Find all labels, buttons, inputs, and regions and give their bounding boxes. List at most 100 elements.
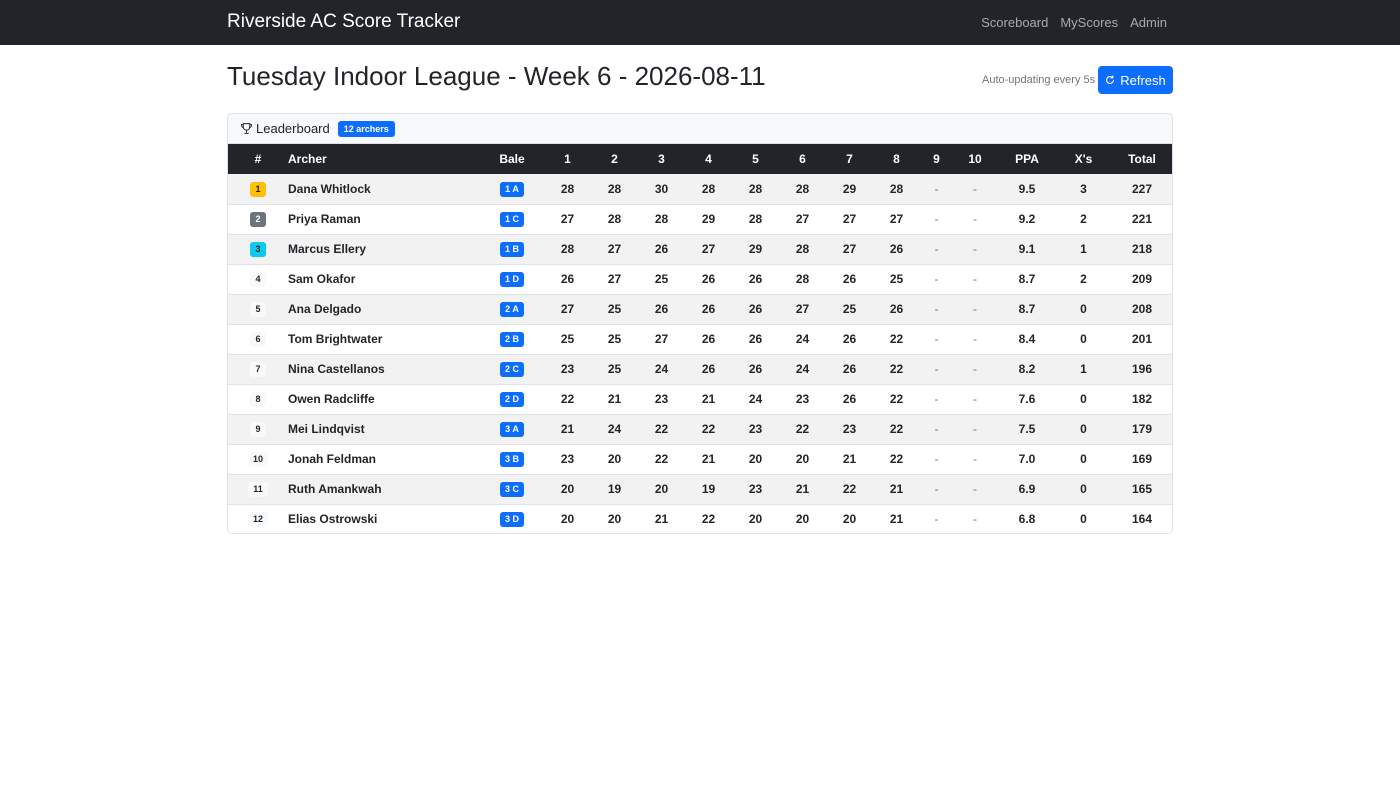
end-score-1: 25: [560, 332, 575, 346]
refresh-icon: [1106, 75, 1115, 84]
bale-badge: 3 D: [499, 512, 524, 528]
x-count: 0: [1080, 512, 1087, 527]
bale-cell: 3 B: [480, 444, 544, 474]
nav-link-scoreboard[interactable]: Scoreboard: [981, 15, 1048, 30]
column-header: PPA: [1015, 152, 1039, 166]
table-row[interactable]: 4 Sam Okafor 1 D 26 27 25 26 26 28 26 25 - - 8.7 2 209: [228, 264, 1172, 294]
bale-badge: 1 A: [500, 181, 524, 197]
end-score-8: 22: [889, 362, 904, 376]
rank-cell: 8: [228, 384, 288, 414]
end-score-6: 23: [795, 392, 810, 406]
ppa-value: 9.5: [1018, 181, 1036, 196]
column-header: 8: [893, 152, 900, 166]
rank-cell: 7: [228, 354, 288, 384]
end-score-2: 28: [607, 212, 622, 226]
end-score-5: 24: [748, 392, 763, 406]
ppa-value: 9.1: [1018, 242, 1036, 256]
ppa-value: 9.2: [1018, 212, 1036, 226]
column-header: Archer: [288, 152, 327, 166]
total-value: 169: [1131, 452, 1153, 466]
bale-cell: 1 C: [480, 204, 544, 234]
end-score-10: -: [973, 302, 977, 316]
end-score-9: -: [934, 302, 939, 316]
end-score-1: 20: [560, 512, 575, 527]
total-value: 209: [1131, 272, 1153, 286]
table-row[interactable]: 11 Ruth Amankwah 3 C 20 19 20 19 23 21 22 21 - - 6.9 0…: [228, 474, 1172, 504]
end-score-5: 26: [748, 362, 763, 376]
brand-title[interactable]: Riverside AC Score Tracker: [227, 11, 460, 33]
rank-cell: 12: [228, 504, 288, 533]
end-score-5: 20: [748, 512, 763, 527]
table-row[interactable]: 7 Nina Castellanos 2 C 23 25 24 26 26 24 26 22 - - 8.…: [228, 354, 1172, 384]
end-score-6: 28: [795, 242, 810, 256]
refresh-button[interactable]: Refresh: [1098, 66, 1173, 94]
end-score-7: 26: [842, 272, 857, 286]
table-row[interactable]: 10 Jonah Feldman 3 B 23 20 22 21 20 20 21 22 - - 7.0 0…: [228, 444, 1172, 474]
nav-link-myscores[interactable]: MyScores: [1060, 15, 1118, 30]
end-score-5: 26: [748, 332, 763, 346]
end-score-9: -: [934, 362, 939, 376]
table-row[interactable]: 1 Dana Whitlock 1 A 28 28 30 28 28 28 29 28 - - 9.5 3 2…: [228, 174, 1172, 204]
rank-cell: 10: [228, 444, 288, 474]
end-score-4: 19: [701, 482, 716, 496]
table-row[interactable]: 9 Mei Lindqvist 3 A 21 24 22 22 23 22 23 22 - - 7.5 0 1…: [228, 414, 1172, 444]
end-score-3: 22: [654, 422, 669, 436]
end-score-5: 20: [748, 452, 763, 466]
total-value: 227: [1131, 181, 1153, 196]
rank-badge: 10: [247, 452, 268, 467]
column-header: Bale: [499, 152, 525, 166]
end-score-10: -: [973, 181, 977, 196]
column-header: 7: [846, 152, 853, 166]
end-score-4: 26: [701, 362, 716, 376]
end-score-6: 22: [795, 422, 810, 436]
archer-name: Dana Whitlock: [288, 181, 371, 196]
table-row[interactable]: 6 Tom Brightwater 2 B 25 25 27 26 26 24 26 22 - - 8.4…: [228, 324, 1172, 354]
ppa-value: 7.0: [1018, 452, 1036, 466]
archer-name: Nina Castellanos: [288, 362, 385, 376]
end-score-6: 24: [795, 362, 810, 376]
nav-link-admin[interactable]: Admin: [1130, 15, 1167, 30]
ppa-value: 6.8: [1018, 512, 1036, 527]
total-value: 208: [1131, 302, 1153, 316]
end-score-1: 26: [560, 272, 575, 286]
rank-cell: 1: [228, 174, 288, 204]
end-score-4: 21: [701, 452, 716, 466]
end-score-2: 24: [607, 422, 622, 436]
table-row[interactable]: 5 Ana Delgado 2 A 27 25 26 26 26 27 25 26 - - 8.7 0 208: [228, 294, 1172, 324]
end-score-2: 25: [607, 302, 622, 316]
nav-links: Scoreboard MyScores Admin: [981, 15, 1167, 30]
end-score-5: 28: [748, 181, 763, 196]
leaderboard-table: # Archer Bale 1 2 3 4 5 6 7 8 9 10 PPA X's Total 1 Dana …: [228, 144, 1172, 533]
end-score-1: 21: [560, 422, 575, 436]
table-header-row: # Archer Bale 1 2 3 4 5 6 7 8 9 10 PPA X's Total: [228, 144, 1172, 174]
end-score-3: 27: [654, 332, 669, 346]
end-score-4: 26: [701, 302, 716, 316]
rank-badge: 6: [250, 332, 266, 347]
rank-badge: 3: [250, 242, 266, 257]
rank-cell: 5: [228, 294, 288, 324]
bale-badge: 3 A: [500, 422, 524, 437]
end-score-5: 28: [748, 212, 763, 226]
table-row[interactable]: 12 Elias Ostrowski 3 D 20 20 21 22 20 20 20 21 - - 6.…: [228, 504, 1172, 533]
bale-badge: 2 A: [500, 302, 524, 317]
end-score-4: 29: [701, 212, 716, 226]
end-score-10: -: [973, 212, 977, 226]
table-row[interactable]: 3 Marcus Ellery 1 B 28 27 26 27 29 28 27 26 - - 9.1 1 2…: [228, 234, 1172, 264]
ppa-value: 8.7: [1018, 272, 1036, 286]
end-score-9: -: [934, 422, 939, 436]
end-score-10: -: [973, 452, 977, 466]
bale-badge: 2 B: [499, 332, 524, 347]
end-score-7: 27: [842, 242, 857, 256]
rank-cell: 3: [228, 234, 288, 264]
table-row[interactable]: 2 Priya Raman 1 C 27 28 28 29 28 27 27 27 - - 9.2 2 221: [228, 204, 1172, 234]
bale-cell: 3 A: [480, 414, 544, 444]
bale-badge: 3 B: [499, 452, 524, 467]
end-score-5: 26: [748, 302, 763, 316]
end-score-7: 29: [842, 181, 857, 196]
end-score-3: 26: [654, 302, 669, 316]
table-row[interactable]: 8 Owen Radcliffe 2 D 22 21 23 21 24 23 26 22 - - 7.6 0…: [228, 384, 1172, 414]
rank-badge: 5: [250, 302, 266, 317]
archer-count-badge: 12 archers: [337, 120, 395, 137]
end-score-9: -: [934, 332, 939, 346]
rank-cell: 6: [228, 324, 288, 354]
